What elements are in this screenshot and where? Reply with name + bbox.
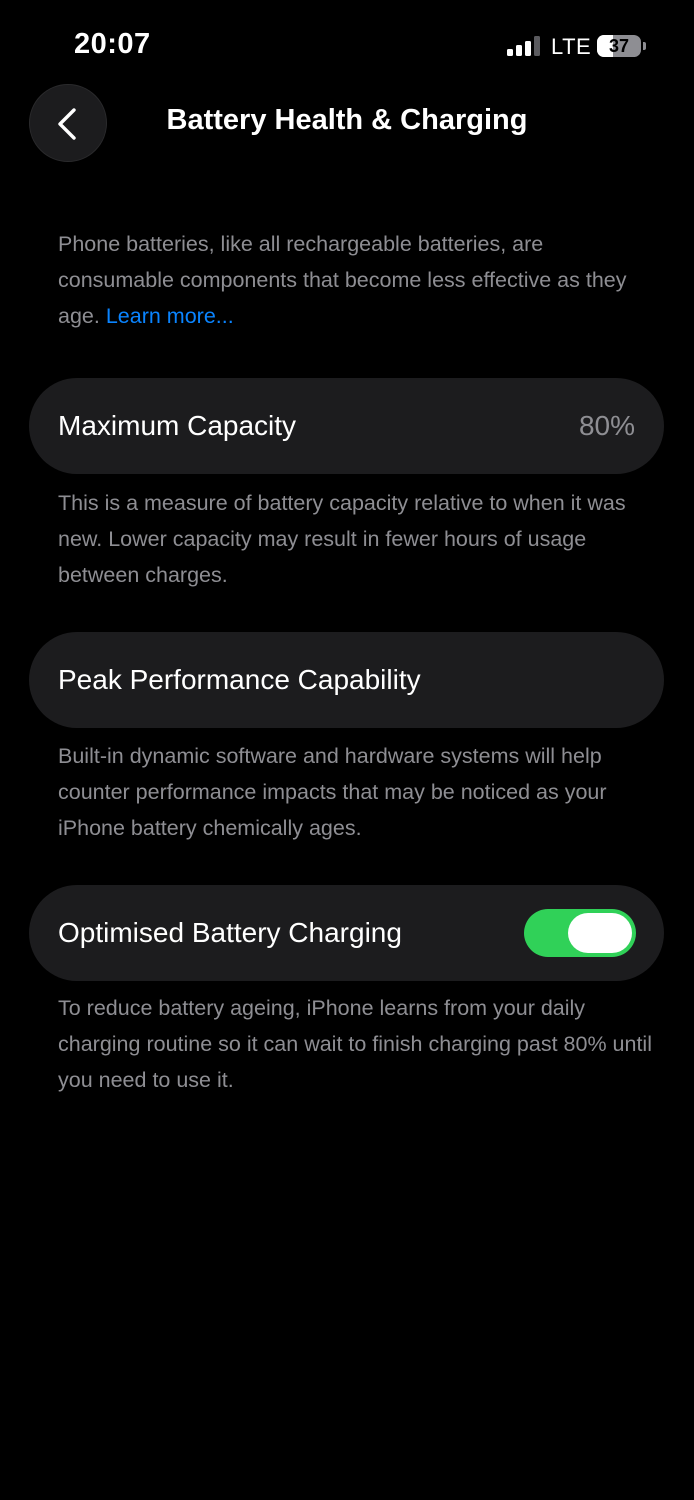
maximum-capacity-label: Maximum Capacity bbox=[58, 410, 297, 441]
maximum-capacity-row: Maximum Capacity 80% bbox=[29, 378, 664, 474]
optimised-charging-label: Optimised Battery Charging bbox=[58, 917, 402, 948]
optimised-charging-row: Optimised Battery Charging bbox=[29, 885, 664, 981]
network-type: LTE bbox=[551, 34, 592, 59]
maximum-capacity-value: 80% bbox=[578, 410, 635, 441]
signal-bar bbox=[534, 36, 540, 56]
battery-level: 37 bbox=[608, 36, 630, 56]
battery-tip bbox=[643, 42, 646, 50]
status-bar: 20:07 LTE 37 bbox=[0, 0, 694, 90]
cellular-signal-icon bbox=[507, 36, 541, 56]
status-time: 20:07 bbox=[74, 28, 151, 60]
maximum-capacity-description: This is a measure of battery capacity re… bbox=[58, 491, 626, 587]
battery-icon: 37 bbox=[597, 35, 641, 57]
signal-bar bbox=[516, 45, 522, 56]
signal-bar bbox=[507, 49, 513, 56]
signal-bar bbox=[525, 41, 531, 56]
optimised-charging-description: To reduce battery ageing, iPhone learns … bbox=[58, 996, 652, 1092]
peak-performance-row[interactable]: Peak Performance Capability bbox=[29, 632, 664, 728]
learn-more-link[interactable]: Learn more... bbox=[106, 304, 234, 328]
page-title: Battery Health & Charging bbox=[166, 104, 528, 136]
optimised-charging-toggle[interactable] bbox=[524, 909, 636, 957]
peak-performance-description: Built-in dynamic software and hardware s… bbox=[58, 744, 607, 840]
intro-text: Phone batteries, like all rechargeable b… bbox=[58, 226, 658, 334]
peak-performance-label: Peak Performance Capability bbox=[58, 664, 421, 695]
toggle-knob bbox=[568, 913, 632, 953]
